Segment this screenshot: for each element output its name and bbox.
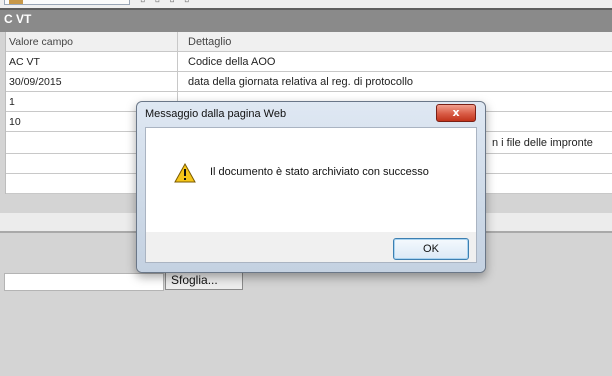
column-header-value: Valore campo xyxy=(6,32,178,51)
cell-detail: Codice della AOO xyxy=(188,56,276,68)
message-dialog: Messaggio dalla pagina Web x Il document… xyxy=(136,101,486,273)
toolbar-icons: ▯ ▯ ▯ ▯ xyxy=(140,0,193,4)
top-toolbar: ▯ ▯ ▯ ▯ xyxy=(0,0,612,8)
close-icon: x xyxy=(452,106,460,119)
folder-icon xyxy=(9,0,23,4)
file-path-input[interactable] xyxy=(4,273,164,291)
section-title: C VT xyxy=(4,12,32,26)
cell-detail: data della giornata relativa al reg. di … xyxy=(188,76,414,88)
table-header-row: Valore campo Dettaglio xyxy=(6,32,612,52)
dialog-footer: OK xyxy=(145,232,477,263)
dialog-message: Il documento è stato archiviato con succ… xyxy=(210,166,429,178)
table-row: 30/09/2015 data della giornata relativa … xyxy=(6,72,612,92)
section-header: C VT xyxy=(0,8,612,32)
dialog-title: Messaggio dalla pagina Web xyxy=(145,108,287,120)
toolbar-button[interactable] xyxy=(4,0,130,5)
warning-icon xyxy=(174,163,196,183)
column-header-detail: Dettaglio xyxy=(188,36,232,48)
cell-value: 30/09/2015 xyxy=(6,72,178,91)
close-button[interactable]: x xyxy=(436,104,476,122)
browse-button[interactable]: Sfoglia... xyxy=(165,270,243,290)
dialog-body: Il documento è stato archiviato con succ… xyxy=(145,127,477,234)
cell-value: AC VT xyxy=(6,52,178,71)
ok-button[interactable]: OK xyxy=(393,238,469,260)
table-row: AC VT Codice della AOO xyxy=(6,52,612,72)
